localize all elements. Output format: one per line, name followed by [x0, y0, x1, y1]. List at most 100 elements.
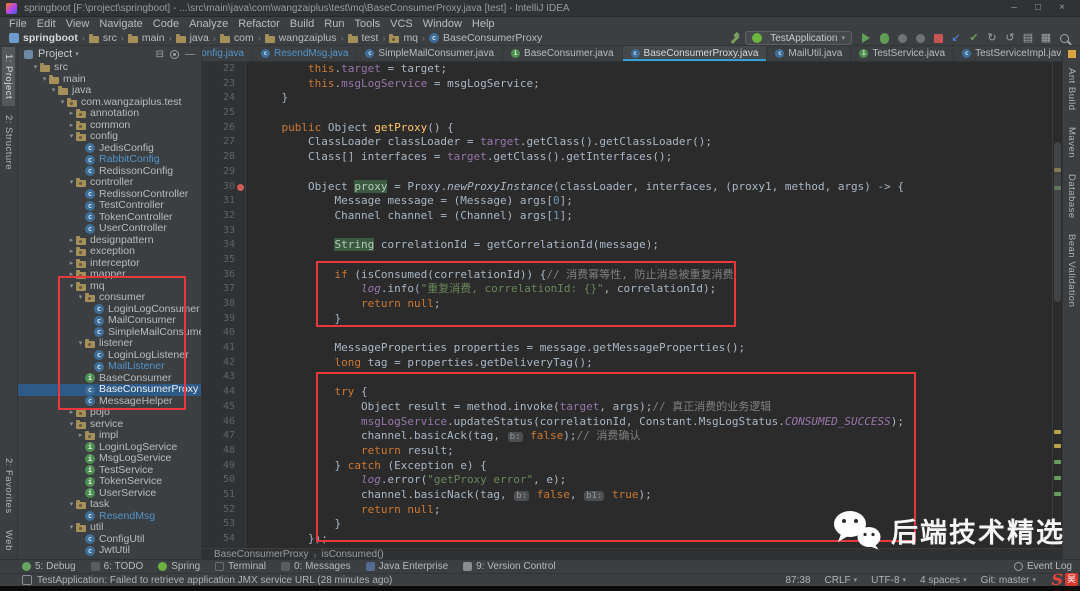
tree-item-main[interactable]: ▾main: [18, 74, 201, 86]
tool-button-0-messages[interactable]: 0: Messages: [281, 561, 351, 572]
tree-item-src[interactable]: ▾src: [18, 62, 201, 74]
tree-item-util[interactable]: ▾util: [18, 522, 201, 534]
crumb-com[interactable]: com: [219, 32, 255, 44]
tree-item-consumer[interactable]: ▾consumer: [18, 292, 201, 304]
chevron-down-icon[interactable]: ▾: [67, 131, 76, 143]
tree-item-annotation[interactable]: ▸annotation: [18, 108, 201, 120]
tree-item-userservice[interactable]: iUserService: [18, 488, 201, 500]
tool-button-web[interactable]: Web: [2, 523, 15, 558]
maximize-icon[interactable]: □: [1026, 0, 1050, 16]
chevron-down-icon[interactable]: ▾: [67, 281, 76, 293]
chevron-down-icon[interactable]: ▾: [31, 62, 40, 74]
scrollbar-thumb[interactable]: [1054, 142, 1061, 302]
menu-item-view[interactable]: View: [61, 17, 95, 31]
status-git-master[interactable]: Git: master▾: [981, 575, 1036, 586]
status-utf-8[interactable]: UTF-8▾: [871, 575, 906, 586]
tree-item-listener[interactable]: ▾listener: [18, 338, 201, 350]
crumb-mq[interactable]: mq: [388, 32, 419, 44]
close-icon[interactable]: ×: [1050, 0, 1074, 16]
editor-crumb-baseconsumerproxy[interactable]: BaseConsumerProxy: [212, 549, 310, 560]
chevron-down-icon[interactable]: ▾: [76, 292, 85, 304]
tool-button-6-todo[interactable]: 6: TODO: [91, 561, 144, 572]
tree-item-msglogservice[interactable]: iMsgLogService: [18, 453, 201, 465]
status-4-spaces[interactable]: 4 spaces▾: [920, 575, 967, 586]
tree-item-jwtutil[interactable]: cJwtUtil: [18, 545, 201, 557]
tree-item-java[interactable]: ▾java: [18, 85, 201, 97]
chevron-down-icon[interactable]: ▾: [76, 338, 85, 350]
tab-resendmsg-java[interactable]: cResendMsg.java: [253, 46, 357, 61]
tab-testservice-java[interactable]: iTestService.java: [851, 46, 954, 61]
menu-item-tools[interactable]: Tools: [349, 17, 385, 31]
update-project-icon[interactable]: ↙: [948, 32, 964, 45]
crumb-java[interactable]: java: [175, 32, 210, 44]
menu-item-window[interactable]: Window: [418, 17, 467, 31]
status-crlf[interactable]: CRLF▾: [825, 575, 858, 586]
tab-mailutil-java[interactable]: cMailUtil.java: [767, 46, 851, 61]
crumb-baseconsumerproxy[interactable]: cBaseConsumerProxy: [428, 32, 543, 44]
history-icon[interactable]: ↻: [984, 32, 1000, 45]
chevron-down-icon[interactable]: ▾: [49, 85, 58, 97]
chevron-right-icon[interactable]: ▸: [67, 269, 76, 281]
editor-crumb-isconsumed[interactable]: isConsumed(): [319, 549, 385, 560]
menu-item-vcs[interactable]: VCS: [385, 17, 418, 31]
status-87-38[interactable]: 87:38: [786, 575, 811, 586]
tab-rabbitconfig-java[interactable]: cRabbitConfig.java: [202, 46, 253, 61]
tool-button-9-version-control[interactable]: 9: Version Control: [463, 561, 556, 572]
crumb-src[interactable]: src: [88, 32, 118, 44]
chevron-down-icon[interactable]: ▾: [40, 74, 49, 86]
crumb-wangzaiplus[interactable]: wangzaiplus: [264, 32, 338, 44]
tool-button-2-favorites[interactable]: 2: Favorites: [2, 451, 15, 521]
tool-button-maven[interactable]: Maven: [1065, 120, 1078, 165]
tool-button-ant-build[interactable]: Ant Build: [1065, 61, 1078, 118]
layout-icon[interactable]: ▦: [1038, 32, 1054, 45]
tab-baseconsumer-java[interactable]: iBaseConsumer.java: [503, 46, 623, 61]
run-config-selector[interactable]: TestApplication ▾: [745, 31, 852, 45]
tool-button-database[interactable]: Database: [1065, 167, 1078, 226]
tree-item-tokenservice[interactable]: iTokenService: [18, 476, 201, 488]
menu-item-analyze[interactable]: Analyze: [184, 17, 233, 31]
chevron-right-icon[interactable]: ▸: [67, 246, 76, 258]
tool-button-java-enterprise[interactable]: Java Enterprise: [366, 561, 448, 572]
chevron-right-icon[interactable]: ▸: [76, 430, 85, 442]
chevron-down-icon[interactable]: ▾: [58, 97, 67, 109]
project-panel-title[interactable]: Project: [38, 48, 72, 60]
menu-item-build[interactable]: Build: [285, 17, 319, 31]
menu-item-edit[interactable]: Edit: [32, 17, 61, 31]
crumb-springboot[interactable]: springboot: [8, 32, 79, 44]
tool-button-terminal[interactable]: Terminal: [215, 561, 266, 572]
menu-item-file[interactable]: File: [4, 17, 32, 31]
crumb-test[interactable]: test: [347, 32, 380, 44]
tree-item-maillistener[interactable]: cMailListener: [18, 361, 201, 373]
status-message[interactable]: TestApplication: Failed to retrieve appl…: [22, 575, 392, 586]
commit-icon[interactable]: ✔: [966, 32, 982, 45]
tab-baseconsumerproxy-java[interactable]: cBaseConsumerProxy.java: [623, 46, 768, 61]
crumb-main[interactable]: main: [127, 32, 166, 44]
tree-item-pojo[interactable]: ▸pojo: [18, 407, 201, 419]
tree-item-mailconsumer[interactable]: cMailConsumer: [18, 315, 201, 327]
tree-item-rabbitconfig[interactable]: cRabbitConfig: [18, 154, 201, 166]
coverage-icon[interactable]: [894, 32, 910, 45]
tree-item-usercontroller[interactable]: cUserController: [18, 223, 201, 235]
tree-item-baseconsumerproxy[interactable]: cBaseConsumerProxy: [18, 384, 201, 396]
breakpoint-icon[interactable]: [237, 184, 244, 191]
run-icon[interactable]: [858, 32, 874, 45]
recent-files-icon[interactable]: ▤: [1020, 32, 1036, 45]
chevron-right-icon[interactable]: ▸: [67, 108, 76, 120]
menu-item-run[interactable]: Run: [319, 17, 349, 31]
editor-area[interactable]: 2223242526272829303132333435363738394041…: [202, 62, 1062, 548]
chevron-down-icon[interactable]: ▾: [67, 419, 76, 431]
tab-testserviceimpl-java[interactable]: cTestServiceImpl.java: [954, 46, 1062, 61]
tree-item-exception[interactable]: ▸exception: [18, 246, 201, 258]
menu-item-help[interactable]: Help: [467, 17, 500, 31]
tree-item-task[interactable]: ▾task: [18, 499, 201, 511]
chevron-down-icon[interactable]: ▾: [67, 177, 76, 189]
tool-button-1-project[interactable]: 1: Project: [2, 47, 15, 106]
tree-item-controller[interactable]: ▾controller: [18, 177, 201, 189]
editor-scrollbar[interactable]: [1052, 62, 1062, 548]
debug-icon[interactable]: [876, 32, 892, 45]
tool-button-2-structure[interactable]: 2: Structure: [2, 108, 15, 177]
chevron-down-icon[interactable]: ▾: [67, 499, 76, 511]
tree-item-config[interactable]: ▾config: [18, 131, 201, 143]
search-everywhere-icon[interactable]: [1056, 32, 1072, 45]
tree-item-testcontroller[interactable]: cTestController: [18, 200, 201, 212]
